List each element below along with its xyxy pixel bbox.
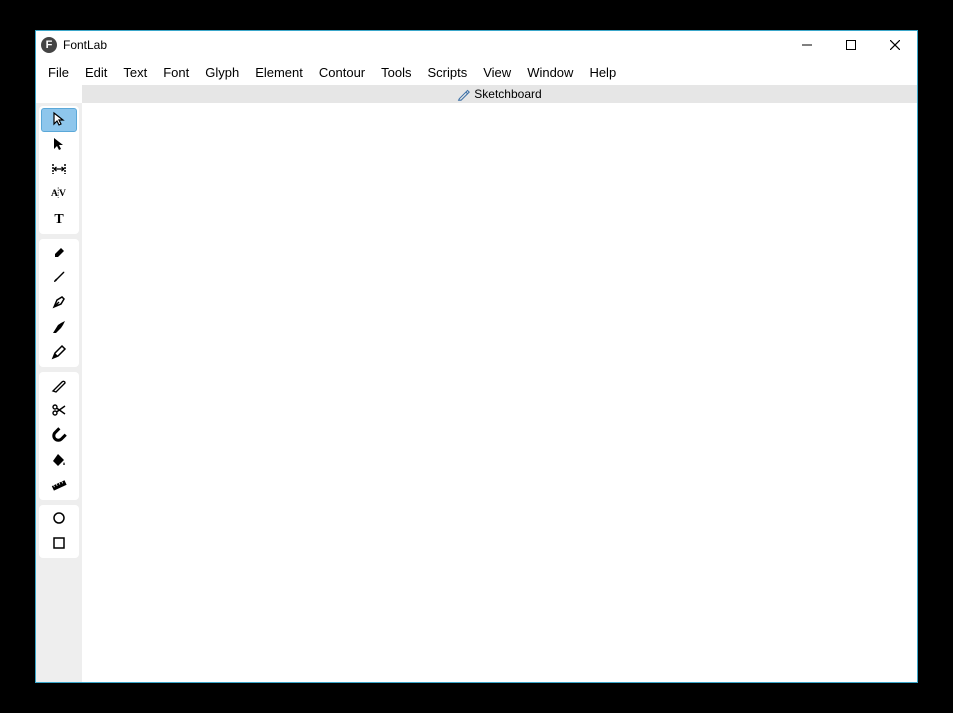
menu-text[interactable]: Text [115, 62, 155, 83]
rapid-icon [51, 319, 67, 338]
main-area: A V T [36, 103, 917, 682]
tool-magnet[interactable] [41, 424, 77, 448]
rectangle-icon [51, 535, 67, 554]
svg-text:V: V [59, 188, 66, 199]
ruler-icon [51, 477, 67, 496]
eraser-icon [51, 244, 67, 263]
tool-ruler[interactable] [41, 474, 77, 498]
app-icon: F [41, 37, 57, 53]
tool-group-draw [39, 239, 79, 367]
pointer-outline-icon [51, 111, 67, 130]
menu-edit[interactable]: Edit [77, 62, 115, 83]
tool-pointer-outline[interactable] [41, 108, 77, 132]
scissors-icon [51, 402, 67, 421]
tab-label: Sketchboard [474, 87, 541, 101]
tab-sketchboard[interactable]: Sketchboard [82, 85, 917, 103]
tool-ellipse[interactable] [41, 507, 77, 531]
tool-eraser[interactable] [41, 241, 77, 265]
menu-tools[interactable]: Tools [373, 62, 419, 83]
tool-brush[interactable] [41, 266, 77, 290]
minimize-button[interactable] [785, 31, 829, 59]
tool-scissors[interactable] [41, 399, 77, 423]
canvas[interactable] [82, 103, 917, 682]
tool-fill[interactable] [41, 449, 77, 473]
maximize-button[interactable] [829, 31, 873, 59]
titlebar-left: F FontLab [36, 37, 107, 53]
spacing-icon [51, 161, 67, 180]
titlebar: F FontLab [36, 31, 917, 59]
brush-icon [51, 269, 67, 288]
tool-pointer-solid[interactable] [41, 133, 77, 157]
svg-text:A: A [51, 188, 58, 199]
tool-group-selection: A V T [39, 106, 79, 234]
fill-bucket-icon [51, 452, 67, 471]
menu-scripts[interactable]: Scripts [420, 62, 476, 83]
close-button[interactable] [873, 31, 917, 59]
pointer-solid-icon [51, 136, 67, 155]
ellipse-icon [51, 510, 67, 529]
tool-group-shapes [39, 505, 79, 558]
kerning-av-icon: A V [51, 185, 67, 205]
toolbar: A V T [36, 103, 82, 682]
menu-view[interactable]: View [475, 62, 519, 83]
app-title: FontLab [63, 38, 107, 52]
tool-text[interactable]: T [41, 208, 77, 232]
magnet-icon [51, 427, 67, 446]
tool-spacing[interactable] [41, 158, 77, 182]
menu-glyph[interactable]: Glyph [197, 62, 247, 83]
knife-icon [51, 377, 67, 396]
tool-pencil[interactable] [41, 341, 77, 365]
menu-contour[interactable]: Contour [311, 62, 373, 83]
tool-knife[interactable] [41, 374, 77, 398]
menu-file[interactable]: File [40, 62, 77, 83]
sketchboard-icon [457, 88, 470, 101]
menu-element[interactable]: Element [247, 62, 311, 83]
pen-nib-icon [51, 294, 67, 313]
menu-window[interactable]: Window [519, 62, 581, 83]
menu-font[interactable]: Font [155, 62, 197, 83]
window-controls [785, 31, 917, 59]
tool-pen[interactable] [41, 291, 77, 315]
tool-kerning[interactable]: A V [41, 183, 77, 207]
menu-help[interactable]: Help [581, 62, 624, 83]
app-window: F FontLab File Edit Text Font Glyph Elem… [35, 30, 918, 683]
tool-group-edit [39, 372, 79, 500]
tool-rapid[interactable] [41, 316, 77, 340]
pencil-icon [51, 344, 67, 363]
menubar: File Edit Text Font Glyph Element Contou… [36, 59, 917, 85]
tool-rectangle[interactable] [41, 532, 77, 556]
text-icon: T [54, 212, 63, 228]
